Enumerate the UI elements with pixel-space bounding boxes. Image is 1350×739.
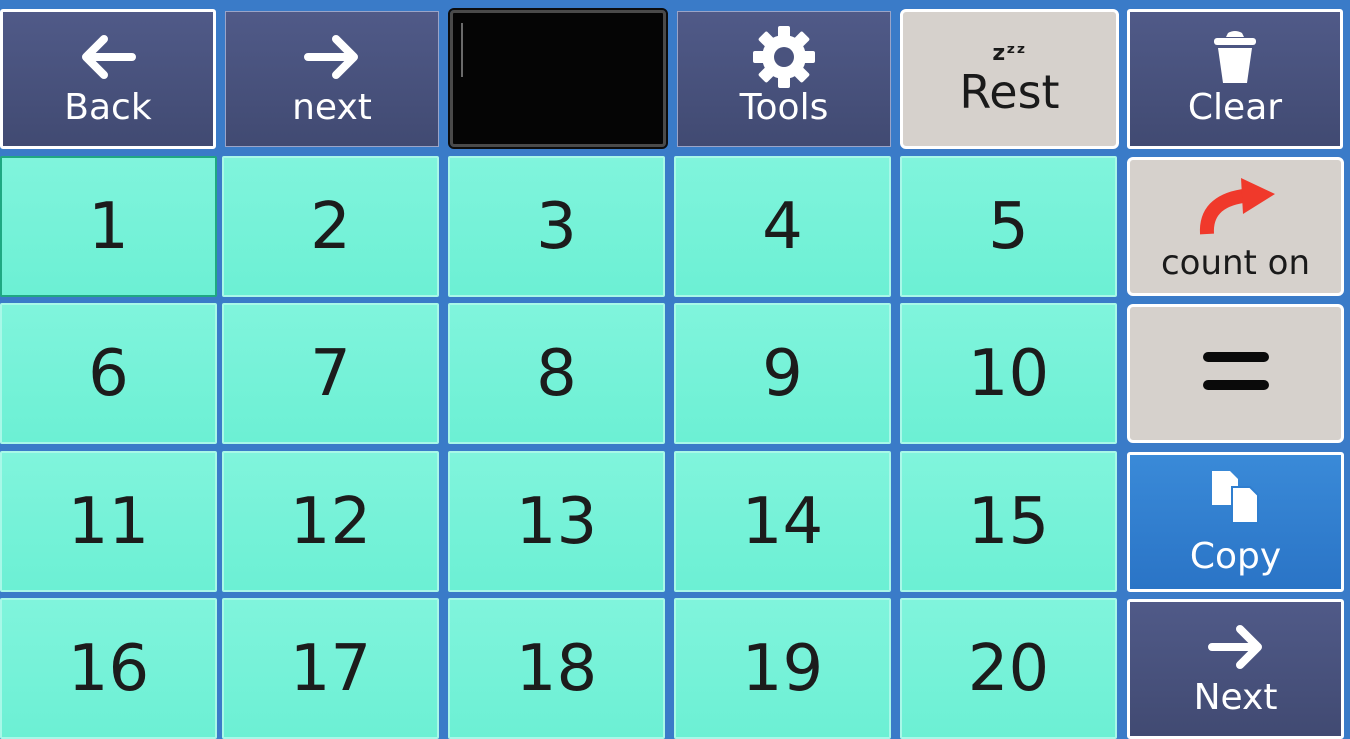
copy-label: Copy [1189, 536, 1282, 577]
number-button-12[interactable]: 12 [222, 451, 439, 592]
curved-arrow-icon [1191, 174, 1281, 242]
number-button-11[interactable]: 11 [0, 451, 217, 592]
number-label: 14 [741, 484, 824, 559]
back-button[interactable]: Back [0, 9, 216, 149]
arrow-right-icon [1206, 622, 1266, 672]
count-on-button[interactable]: count on [1127, 157, 1344, 296]
number-label: 12 [289, 484, 372, 559]
number-label: 13 [515, 484, 598, 559]
number-label: 8 [536, 336, 577, 411]
number-button-18[interactable]: 18 [448, 598, 665, 739]
number-label: 18 [515, 631, 598, 706]
clear-button[interactable]: Clear [1127, 9, 1343, 149]
rest-label: Rest [959, 65, 1060, 119]
number-label: 20 [967, 631, 1050, 706]
sleep-zzz-icon: zᶻᶻ [992, 41, 1027, 66]
number-label: 17 [289, 631, 372, 706]
number-label: 2 [310, 189, 351, 264]
rest-button[interactable]: zᶻᶻ Rest [900, 9, 1119, 149]
number-button-13[interactable]: 13 [448, 451, 665, 592]
number-label: 15 [967, 484, 1050, 559]
number-label: 1 [88, 189, 129, 264]
number-label: 4 [762, 189, 803, 264]
next-label: next [292, 87, 372, 128]
number-label: 3 [536, 189, 577, 264]
number-label: 19 [741, 631, 824, 706]
number-label: 6 [88, 336, 129, 411]
number-button-9[interactable]: 9 [674, 303, 891, 444]
gear-icon [751, 26, 817, 88]
number-label: 5 [988, 189, 1029, 264]
number-label: 11 [67, 484, 150, 559]
text-cursor [461, 23, 463, 77]
number-label: 9 [762, 336, 803, 411]
number-button-1[interactable]: 1 [0, 156, 217, 297]
number-button-15[interactable]: 15 [900, 451, 1117, 592]
number-button-14[interactable]: 14 [674, 451, 891, 592]
back-label: Back [64, 87, 152, 128]
number-button-6[interactable]: 6 [0, 303, 217, 444]
number-button-4[interactable]: 4 [674, 156, 891, 297]
number-button-7[interactable]: 7 [222, 303, 439, 444]
number-button-3[interactable]: 3 [448, 156, 665, 297]
number-button-5[interactable]: 5 [900, 156, 1117, 297]
message-display[interactable] [448, 8, 668, 149]
number-button-2[interactable]: 2 [222, 156, 439, 297]
number-button-8[interactable]: 8 [448, 303, 665, 444]
next-button[interactable]: next [225, 11, 439, 147]
copy-icon [1210, 469, 1262, 529]
number-button-20[interactable]: 20 [900, 598, 1117, 739]
copy-button[interactable]: Copy [1127, 452, 1344, 592]
number-button-17[interactable]: 17 [222, 598, 439, 739]
number-button-10[interactable]: 10 [900, 303, 1117, 444]
equals-icon [1201, 348, 1271, 400]
tools-label: Tools [739, 87, 829, 128]
arrow-left-icon [78, 32, 138, 82]
trash-icon [1210, 31, 1260, 83]
number-label: 10 [967, 336, 1050, 411]
count-on-label: count on [1160, 242, 1311, 283]
number-button-16[interactable]: 16 [0, 598, 217, 739]
arrow-right-icon [302, 32, 362, 82]
tools-button[interactable]: Tools [677, 11, 891, 147]
equals-button[interactable] [1127, 304, 1344, 443]
next-page-button[interactable]: Next [1127, 599, 1344, 739]
number-label: 16 [67, 631, 150, 706]
next-page-label: Next [1193, 677, 1278, 718]
clear-label: Clear [1187, 87, 1283, 128]
number-label: 7 [310, 336, 351, 411]
number-button-19[interactable]: 19 [674, 598, 891, 739]
